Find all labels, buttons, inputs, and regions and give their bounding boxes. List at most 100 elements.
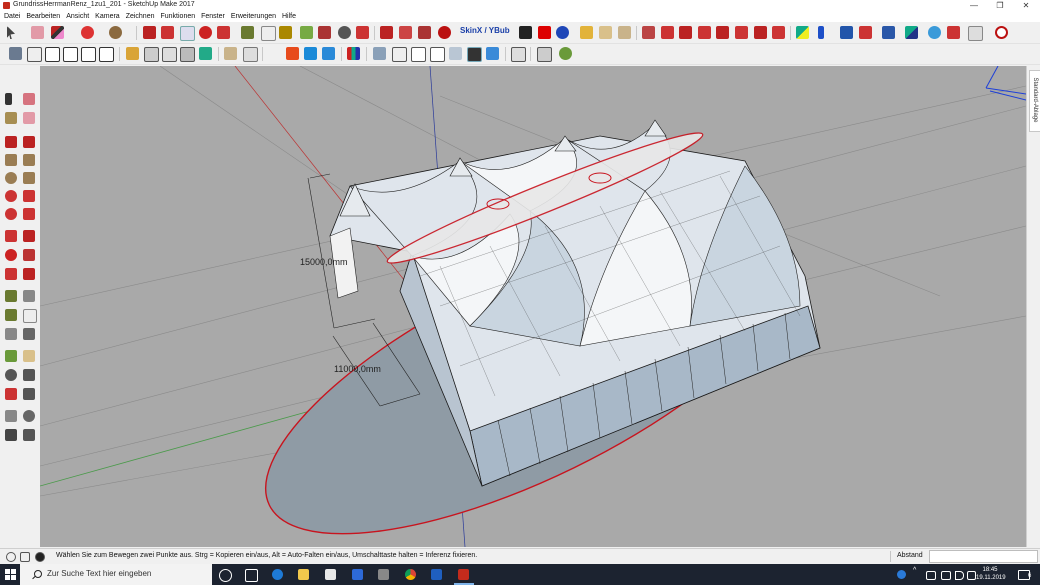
menu-zeichnen[interactable]: Zeichnen [123, 11, 158, 22]
menu-datei[interactable]: Datei [0, 11, 23, 22]
section-plane-icon[interactable] [796, 26, 809, 39]
eraser-icon[interactable] [23, 112, 35, 124]
menu-ansicht[interactable]: Ansicht [63, 11, 92, 22]
volume-icon[interactable] [955, 571, 964, 580]
hidden-line-style-icon[interactable] [392, 47, 407, 62]
menu-kamera[interactable]: Kamera [92, 11, 123, 22]
sandbox-drape-icon[interactable] [679, 26, 692, 39]
iso-view-icon[interactable] [45, 47, 60, 62]
look-around-side-icon[interactable] [23, 410, 35, 422]
sandbox-detail-icon[interactable] [698, 26, 711, 39]
move-icon[interactable] [5, 230, 17, 242]
keyboard-icon[interactable] [967, 571, 976, 580]
sandbox-stamp-icon[interactable] [661, 26, 674, 39]
task-view-icon[interactable] [245, 569, 258, 582]
play-icon[interactable] [519, 26, 532, 39]
ruby-icon[interactable] [995, 26, 1008, 39]
rotate-tool-icon[interactable] [199, 26, 212, 39]
position-camera-side-icon[interactable] [5, 410, 17, 422]
section-side-icon[interactable] [23, 429, 35, 441]
paint-icon[interactable] [5, 112, 17, 124]
offset-icon[interactable] [23, 268, 35, 280]
geo-location-icon[interactable] [928, 26, 941, 39]
help-tray-icon[interactable] [897, 570, 906, 579]
pan-tool-icon[interactable] [318, 26, 331, 39]
front-view-icon[interactable] [81, 47, 96, 62]
lookaround-icon[interactable] [859, 26, 872, 39]
line-tool-icon[interactable] [51, 26, 64, 39]
section-fill-icon[interactable] [905, 26, 918, 39]
minimize-button[interactable]: — [962, 0, 986, 11]
viewport-canvas[interactable]: 15000,0mm 11000,0mm [40, 66, 1026, 547]
sketchup-taskbar-icon[interactable] [458, 569, 469, 580]
union-icon[interactable] [322, 47, 335, 60]
skin-ybub-label[interactable]: SkinX / YBub [460, 26, 517, 36]
paint-bucket-icon[interactable] [279, 26, 292, 39]
previous-view-icon[interactable] [23, 388, 35, 400]
scale-icon[interactable] [5, 268, 17, 280]
pushpull-tool-icon[interactable] [143, 26, 156, 39]
close-button[interactable]: ✕ [1014, 0, 1038, 11]
app-icon[interactable] [378, 569, 389, 580]
wireframe-style-icon[interactable] [373, 47, 386, 60]
select-tool-icon[interactable] [7, 26, 15, 39]
arc-icon[interactable] [5, 190, 17, 202]
component-icon[interactable] [580, 26, 593, 39]
walk-side-icon[interactable] [5, 429, 17, 441]
right-view-icon[interactable] [99, 47, 114, 62]
text-tool-icon[interactable] [261, 26, 276, 41]
network-icon[interactable] [926, 571, 936, 580]
followme-icon[interactable] [23, 249, 35, 261]
open-folder-icon[interactable] [27, 47, 42, 62]
back-edges-icon[interactable] [243, 47, 258, 62]
group-icon[interactable] [599, 26, 612, 39]
fog-icon[interactable] [537, 47, 552, 62]
edges-style-icon[interactable] [467, 47, 482, 62]
walk-icon[interactable] [840, 26, 853, 39]
zoom-extents-icon[interactable] [356, 26, 369, 39]
polygon-icon[interactable] [23, 172, 35, 184]
calendar-icon[interactable] [511, 47, 526, 62]
scenes-icon[interactable] [144, 47, 159, 62]
face-style-icon[interactable] [486, 47, 499, 60]
sandbox-scratch-icon[interactable] [754, 26, 767, 39]
cortana-icon[interactable] [219, 569, 232, 582]
zoom-side-icon[interactable] [5, 369, 17, 381]
ruby-console-icon[interactable] [438, 26, 451, 39]
maximize-button[interactable]: ❐ [988, 0, 1012, 11]
taskbar-clock[interactable]: 18:45 19.11.2019 [976, 566, 1006, 582]
model-viewport[interactable]: 15000,0mm 11000,0mm [40, 66, 1026, 547]
measurements-input[interactable] [929, 550, 1038, 563]
shape-tool-icon[interactable] [109, 26, 122, 39]
layers-icon[interactable] [126, 47, 139, 60]
start-button[interactable] [0, 564, 20, 585]
share-model-icon[interactable] [399, 26, 412, 39]
battery-icon[interactable] [941, 571, 951, 580]
outliner-icon[interactable] [162, 47, 177, 62]
arc-tool-icon[interactable] [81, 26, 94, 39]
dropbox-icon[interactable] [352, 569, 363, 580]
sandbox-smoove-icon[interactable] [642, 26, 655, 39]
shaded-style-icon[interactable] [411, 47, 426, 62]
circle-icon[interactable] [5, 172, 17, 184]
orbit-side-icon[interactable] [5, 350, 17, 362]
tape-measure-side-icon[interactable] [5, 290, 17, 302]
monochrome-style-icon[interactable] [449, 47, 462, 60]
taskbar-search[interactable]: Zur Suche Text hier eingeben [20, 564, 212, 585]
xray-icon[interactable] [224, 47, 237, 60]
credits-icon[interactable] [20, 552, 30, 562]
chrome-icon[interactable] [405, 569, 416, 580]
edge-browser-icon[interactable] [272, 569, 283, 580]
export-svg-icon[interactable] [199, 47, 212, 60]
pan-side-icon[interactable] [23, 350, 35, 362]
position-camera-icon[interactable] [882, 26, 895, 39]
instructor-icon[interactable] [35, 552, 45, 562]
help-question-icon[interactable] [556, 26, 569, 39]
geo-status-icon[interactable] [6, 552, 16, 562]
freehand-icon[interactable] [23, 136, 35, 148]
pushpull-icon[interactable] [23, 230, 35, 242]
stop-icon[interactable] [538, 26, 551, 39]
warehouse-icon[interactable] [380, 26, 393, 39]
pie-icon[interactable] [23, 208, 35, 220]
axes-side-icon[interactable] [5, 328, 17, 340]
